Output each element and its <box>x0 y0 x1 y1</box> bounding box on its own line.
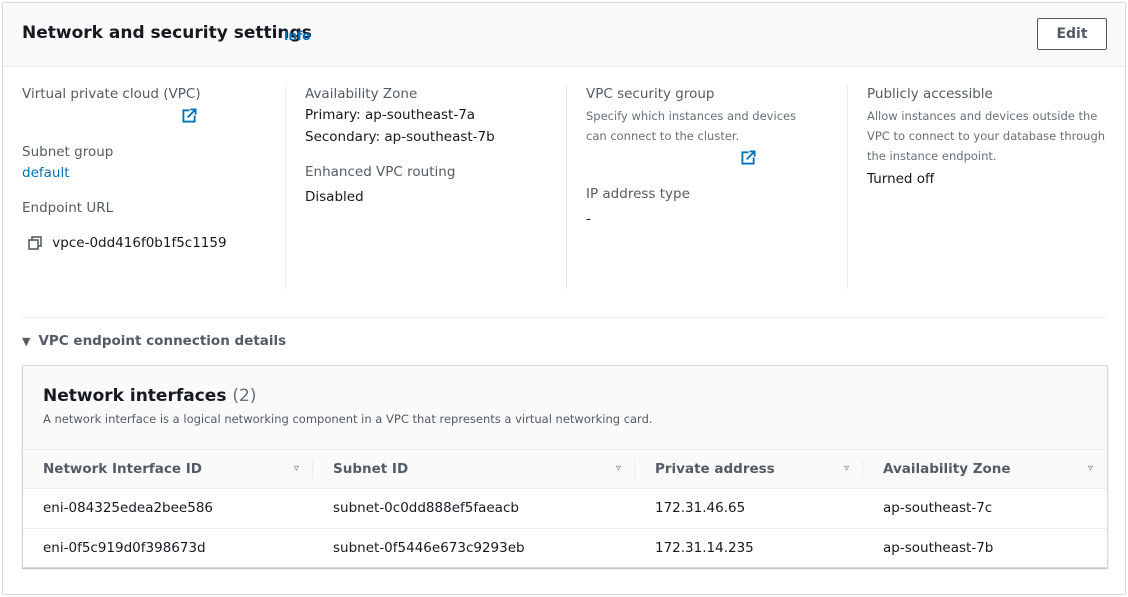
vpc-security-group-description: Specify which instances and devices can … <box>586 109 797 143</box>
endpoint-url-value-row: vpce-0dd416f0b1f5c1159 <box>22 232 284 254</box>
column-header-network-interface-id[interactable]: Network Interface ID ▿ <box>23 450 313 489</box>
column-header-label: Network Interface ID <box>43 460 202 477</box>
subnet-group-field: Subnet group default <box>22 142 284 184</box>
cell-availability-zone: ap-southeast-7b <box>883 540 994 557</box>
availability-zone-primary: Primary: ap-southeast-7a <box>305 107 476 123</box>
sort-caret-icon[interactable]: ▿ <box>1088 463 1093 474</box>
copy-icon[interactable] <box>28 236 42 250</box>
vpc-security-group-label: VPC security group <box>586 86 715 102</box>
network-interfaces-panel: Network interfaces (2) A network interfa… <box>22 365 1108 568</box>
table-row: eni-084325edea2bee586 subnet-0c0dd888ef5… <box>23 488 1107 529</box>
ip-address-type-field: IP address type - <box>586 184 847 230</box>
publicly-accessible-value: Turned off <box>867 171 935 187</box>
edit-button[interactable]: Edit <box>1037 18 1107 50</box>
availability-zone-label: Availability Zone <box>305 86 418 102</box>
details-column-2: Availability Zone Primary: ap-southeast-… <box>285 84 566 289</box>
cell-availability-zone: ap-southeast-7c <box>863 488 1107 529</box>
external-link-icon[interactable] <box>741 149 756 165</box>
vpc-value <box>22 104 284 128</box>
subnet-group-link[interactable]: default <box>22 162 284 184</box>
vpc-field: Virtual private cloud (VPC) <box>22 84 284 128</box>
endpoint-url-label: Endpoint URL <box>22 200 114 216</box>
details-grid: Virtual private cloud (VPC) Subnet group… <box>3 68 1125 293</box>
details-column-4: Publicly accessible Allow instances and … <box>847 84 1125 289</box>
subnet-group-label: Subnet group <box>22 144 114 160</box>
details-column-3: VPC security group Specify which instanc… <box>566 84 847 289</box>
network-security-settings-container: Network and security settings Info Edit … <box>2 2 1126 595</box>
sort-caret-icon[interactable]: ▿ <box>844 463 849 474</box>
network-interfaces-table: Network Interface ID ▿ Subnet ID ▿ Private… <box>23 450 1107 568</box>
column-header-private-address[interactable]: Private address ▿ <box>635 450 863 489</box>
availability-zone-field: Availability Zone Primary: ap-southeast-… <box>305 84 566 148</box>
info-link[interactable]: Info <box>284 29 310 43</box>
network-interfaces-description: A network interface is a logical network… <box>43 412 653 426</box>
external-link-icon[interactable] <box>182 107 197 123</box>
container-header: Network and security settings Info Edit <box>3 3 1125 67</box>
column-header-subnet-id[interactable]: Subnet ID ▿ <box>313 450 635 489</box>
cell-private-address: 172.31.14.235 <box>655 540 754 557</box>
ip-address-type-value: - <box>586 211 591 227</box>
table-row: eni-0f5c919d0f398673d subnet-0f5446e673c… <box>23 528 1107 568</box>
column-header-label: Private address <box>655 460 775 477</box>
caret-down-icon: ▼ <box>22 334 31 348</box>
vpc-security-group-value <box>586 146 847 170</box>
endpoint-url-field: Endpoint URL vpce-0dd416f0b1f5c1159 <box>22 198 284 254</box>
sort-caret-icon[interactable]: ▿ <box>616 463 621 474</box>
column-header-availability-zone[interactable]: Availability Zone ▿ <box>863 450 1107 489</box>
availability-zone-secondary: Secondary: ap-southeast-7b <box>305 129 495 145</box>
network-interfaces-header: Network interfaces (2) A network interfa… <box>23 366 1107 450</box>
cell-subnet-id: subnet-0f5446e673c9293eb <box>333 540 525 557</box>
column-header-label: Subnet ID <box>333 460 409 477</box>
page-title: Network and security settings <box>22 23 312 43</box>
network-interfaces-count: (2) <box>232 386 257 406</box>
sort-caret-icon[interactable]: ▿ <box>294 463 299 474</box>
vpc-endpoint-connection-details-toggle[interactable]: ▼ VPC endpoint connection details <box>22 333 286 349</box>
publicly-accessible-field: Publicly accessible Allow instances and … <box>867 84 1125 190</box>
endpoint-url-value: vpce-0dd416f0b1f5c1159 <box>52 235 227 251</box>
network-interfaces-title-text: Network interfaces <box>43 386 227 406</box>
publicly-accessible-label: Publicly accessible <box>867 86 993 102</box>
expander-label: VPC endpoint connection details <box>38 333 287 349</box>
cell-network-interface-id: eni-084325edea2bee586 <box>23 488 313 529</box>
vpc-security-group-field: VPC security group Specify which instanc… <box>586 84 847 170</box>
section-divider <box>22 317 1106 318</box>
details-column-1: Virtual private cloud (VPC) Subnet group… <box>22 84 284 289</box>
vpc-label: Virtual private cloud (VPC) <box>22 86 201 102</box>
cell-network-interface-id: eni-0f5c919d0f398673d <box>43 540 206 557</box>
table-header-row: Network Interface ID ▿ Subnet ID ▿ Private… <box>23 450 1107 489</box>
cell-subnet-id: subnet-0c0dd888ef5faeacb <box>313 488 635 529</box>
publicly-accessible-description: Allow instances and devices outside the … <box>867 109 1106 163</box>
enhanced-vpc-routing-value: Disabled <box>305 189 364 205</box>
column-header-label: Availability Zone <box>883 460 1011 477</box>
enhanced-vpc-routing-field: Enhanced VPC routing Disabled <box>305 162 566 208</box>
enhanced-vpc-routing-label: Enhanced VPC routing <box>305 164 456 180</box>
network-interfaces-title: Network interfaces (2) <box>43 386 256 406</box>
ip-address-type-label: IP address type <box>586 186 690 202</box>
cell-private-address: 172.31.46.65 <box>635 488 863 529</box>
